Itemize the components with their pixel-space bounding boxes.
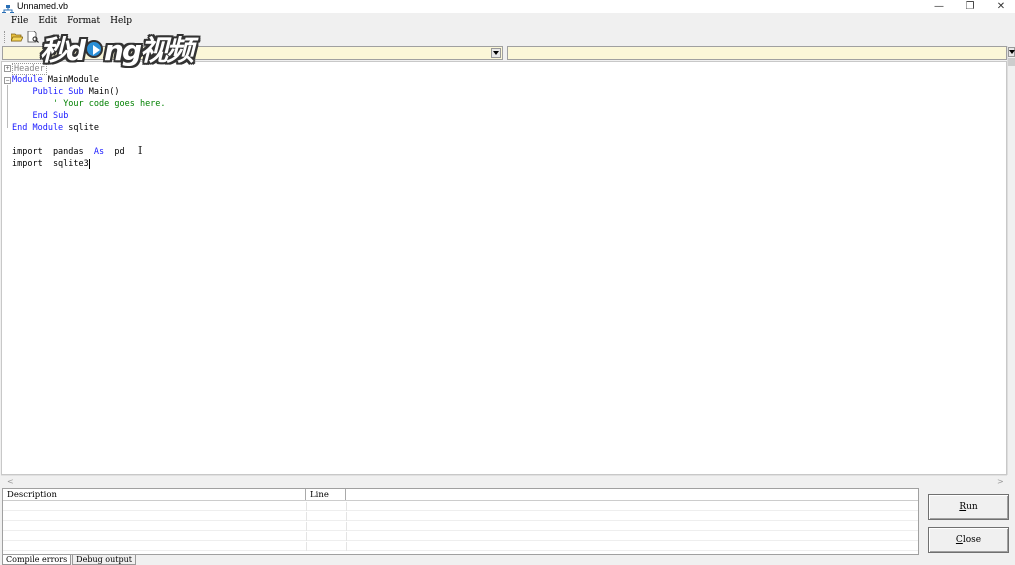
code-editor[interactable]: + Header − Module MainModule Public Sub … — [1, 61, 1007, 475]
code-line-2: Public Sub Main() — [32, 87, 120, 97]
procedure-combo-arrow-icon[interactable] — [1008, 47, 1015, 57]
table-row — [3, 522, 918, 531]
table-row — [3, 512, 918, 521]
preview-document-icon[interactable] — [26, 31, 40, 44]
menu-bar: File Edit Format Help — [0, 13, 1015, 29]
toolbar — [0, 29, 1015, 45]
scroll-right-icon[interactable]: > — [997, 477, 1004, 486]
menu-help[interactable]: Help — [105, 14, 137, 28]
output-tabs: Compile errors Debug output — [2, 555, 137, 565]
close-icon[interactable]: ✕ — [985, 0, 1015, 13]
title-bar: Unnamed.vb — ❐ ✕ — [0, 0, 1015, 15]
chevron-down-icon[interactable] — [491, 48, 501, 58]
restore-icon[interactable]: ❐ — [954, 0, 986, 13]
error-list[interactable]: Description Line — [2, 488, 919, 555]
table-row — [3, 542, 918, 551]
vb-editor-window: Unnamed.vb — ❐ ✕ File Edit Format Help 秒 — [0, 0, 1015, 565]
code-line-3: ' Your code goes here. — [52, 99, 166, 109]
tab-debug-output[interactable]: Debug output — [72, 555, 136, 565]
error-list-header: Description Line — [3, 489, 918, 501]
procedure-combo[interactable] — [507, 46, 1007, 60]
column-line[interactable]: Line — [306, 489, 346, 500]
text-caret — [88, 158, 90, 169]
horizontal-scrollbar[interactable]: < > — [1, 475, 1007, 486]
menu-file[interactable]: File — [6, 14, 33, 28]
close-button[interactable]: Close — [928, 527, 1009, 553]
scrollbar-thumb[interactable] — [1008, 58, 1015, 66]
toolbar-grip[interactable] — [4, 31, 6, 43]
run-button[interactable]: Run — [928, 494, 1009, 520]
window-title: Unnamed.vb — [17, 1, 69, 11]
table-row — [3, 532, 918, 541]
scroll-left-icon[interactable]: < — [7, 477, 14, 486]
tab-compile-errors[interactable]: Compile errors — [2, 555, 72, 565]
open-folder-icon[interactable] — [10, 31, 24, 44]
fold-marker — [5, 89, 12, 96]
i-beam-cursor-icon: I — [138, 144, 143, 157]
expand-icon[interactable]: + — [4, 65, 11, 72]
menu-format[interactable]: Format — [62, 14, 105, 28]
minimize-icon[interactable]: — — [923, 0, 955, 13]
app-icon — [2, 1, 14, 15]
code-line-4: End Sub — [32, 111, 69, 121]
code-line-1: Module MainModule — [12, 75, 100, 85]
column-description[interactable]: Description — [3, 489, 306, 500]
menu-edit[interactable]: Edit — [33, 14, 62, 28]
code-line-import-pandas: import pandas As pd — [12, 147, 125, 157]
vertical-scrollbar[interactable] — [1007, 46, 1015, 475]
table-row — [3, 502, 918, 511]
code-line-import-sqlite: import sqlite3 — [12, 158, 90, 169]
code-line-5: End Module sqlite — [12, 123, 100, 133]
collapse-icon[interactable]: − — [4, 77, 11, 84]
object-combo[interactable] — [2, 46, 503, 60]
